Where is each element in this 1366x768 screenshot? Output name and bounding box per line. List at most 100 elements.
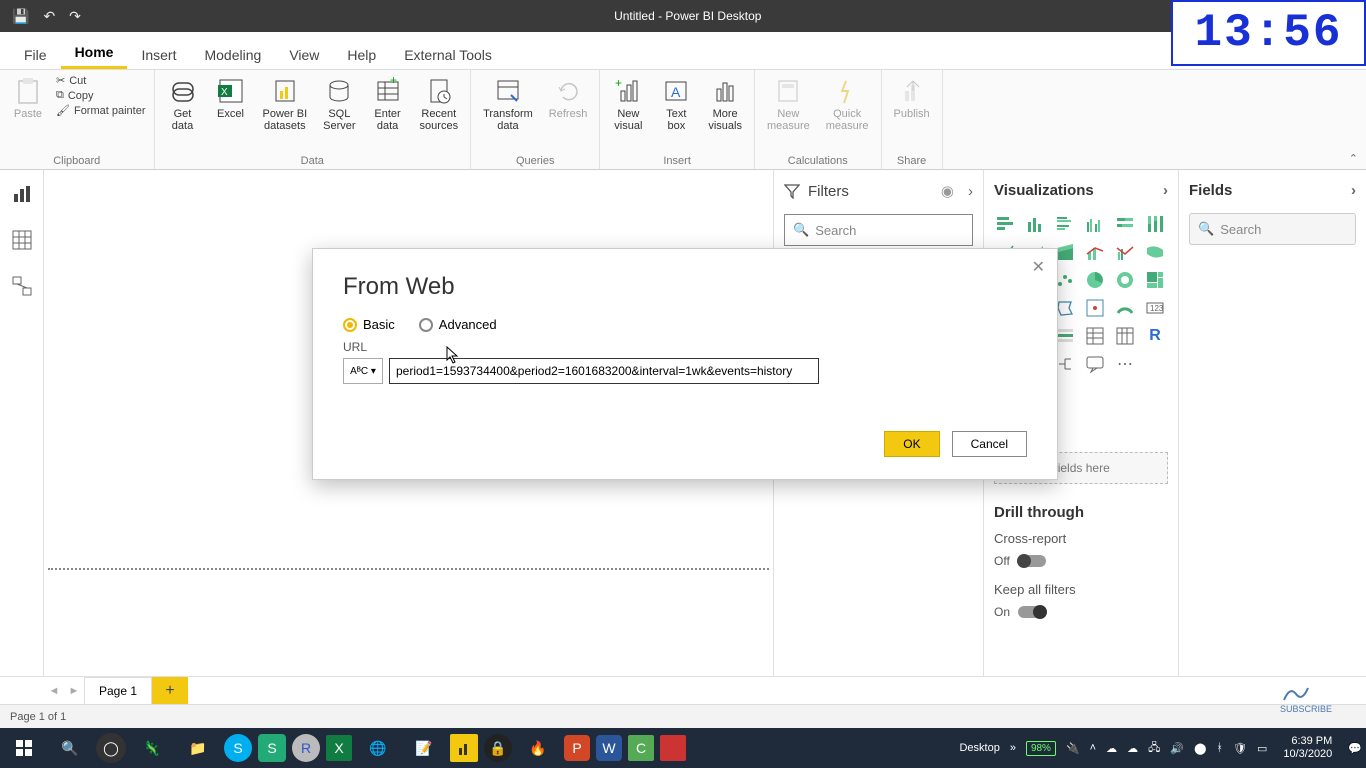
enter-data-button[interactable]: +Enter data xyxy=(368,74,408,134)
recent-sources-button[interactable]: Recent sources xyxy=(416,74,463,134)
viz-card-icon[interactable]: 123 xyxy=(1144,297,1166,319)
viz-clustered-column-icon[interactable] xyxy=(1084,213,1106,235)
tray-power-icon[interactable]: 🔌 xyxy=(1066,742,1080,755)
sql-server-button[interactable]: SQL Server xyxy=(319,74,359,134)
start-button[interactable] xyxy=(4,732,44,764)
taskbar-skype-icon[interactable]: S xyxy=(224,734,252,762)
viz-more-icon[interactable]: ⋯ xyxy=(1114,353,1136,375)
publish-button[interactable]: Publish xyxy=(890,74,934,122)
transform-data-button[interactable]: Transform data xyxy=(479,74,537,134)
tab-external-tools[interactable]: External Tools xyxy=(390,39,506,69)
new-measure-button[interactable]: New measure xyxy=(763,74,814,134)
viz-azure-map-icon[interactable] xyxy=(1084,297,1106,319)
tray-onedrive-icon[interactable]: ☁ xyxy=(1127,742,1138,755)
search-taskbar-icon[interactable]: 🔍 xyxy=(50,732,90,764)
taskbar-chrome-icon[interactable]: 🌐 xyxy=(358,732,398,764)
taskbar-notepad-icon[interactable]: 📝 xyxy=(404,732,444,764)
advanced-radio[interactable]: Advanced xyxy=(419,317,497,332)
model-view-icon[interactable] xyxy=(10,274,34,298)
fields-collapse-icon[interactable]: › xyxy=(1351,182,1356,199)
viz-stacked-bar-icon[interactable] xyxy=(994,213,1016,235)
fields-search[interactable]: 🔍 Search xyxy=(1189,213,1356,245)
viz-line-clustered-icon[interactable] xyxy=(1114,241,1136,263)
viz-clustered-bar-icon[interactable] xyxy=(1054,213,1076,235)
page-tab-1[interactable]: Page 1 xyxy=(84,677,152,704)
viz-table-icon[interactable] xyxy=(1084,325,1106,347)
tab-modeling[interactable]: Modeling xyxy=(190,39,275,69)
tray-network-icon[interactable]: 🖧 xyxy=(1148,739,1160,758)
basic-radio[interactable]: Basic xyxy=(343,317,395,332)
taskbar-powerbi-icon[interactable] xyxy=(450,734,478,762)
copy-button[interactable]: ⧉Copy xyxy=(56,89,146,102)
taskbar-word-icon[interactable]: W xyxy=(596,735,622,761)
new-visual-button[interactable]: +New visual xyxy=(608,74,648,134)
viz-donut-icon[interactable] xyxy=(1114,269,1136,291)
viz-matrix-icon[interactable] xyxy=(1114,325,1136,347)
tab-home[interactable]: Home xyxy=(61,36,128,69)
tray-notifications-icon[interactable]: 💬 xyxy=(1348,742,1362,755)
tab-help[interactable]: Help xyxy=(333,39,390,69)
more-visuals-button[interactable]: More visuals xyxy=(704,74,746,134)
viz-100-column-icon[interactable] xyxy=(1144,213,1166,235)
tray-chevron-icon[interactable]: » xyxy=(1010,742,1016,754)
taskbar-app-flame-icon[interactable]: 🔥 xyxy=(518,732,558,764)
viz-gauge-icon[interactable] xyxy=(1114,297,1136,319)
save-icon[interactable]: 💾 xyxy=(12,8,29,25)
ok-button[interactable]: OK xyxy=(884,431,939,457)
quick-measure-button[interactable]: Quick measure xyxy=(822,74,873,134)
taskbar-app-red-icon[interactable] xyxy=(660,735,686,761)
url-input[interactable] xyxy=(389,358,819,384)
dialog-close-button[interactable]: ✕ xyxy=(1032,257,1045,277)
taskbar-app-2[interactable]: 🦎 xyxy=(132,732,172,764)
format-painter-button[interactable]: 🖌Format painter xyxy=(56,104,146,117)
taskbar-snagit-icon[interactable]: S xyxy=(258,734,286,762)
tray-action-icon[interactable]: ▭ xyxy=(1257,742,1267,755)
collapse-ribbon-icon[interactable]: ⌃ xyxy=(1349,152,1358,165)
desktop-toolbar[interactable]: Desktop xyxy=(959,742,999,754)
page-next-icon[interactable]: ► xyxy=(64,685,84,697)
taskbar-powerpoint-icon[interactable]: P xyxy=(564,735,590,761)
tray-volume-icon[interactable]: 🔊 xyxy=(1170,742,1184,755)
tab-insert[interactable]: Insert xyxy=(127,39,190,69)
taskbar-explorer-icon[interactable]: 📁 xyxy=(178,732,218,764)
taskbar-r-icon[interactable]: R xyxy=(292,734,320,762)
filters-collapse-icon[interactable]: › xyxy=(968,183,973,200)
taskbar-clock[interactable]: 6:39 PM 10/3/2020 xyxy=(1277,735,1338,761)
report-view-icon[interactable] xyxy=(10,182,34,206)
get-data-button[interactable]: Get data xyxy=(163,74,203,134)
taskbar-app-lock-icon[interactable]: 🔒 xyxy=(484,734,512,762)
tray-shield-icon[interactable]: 🛡 xyxy=(1233,742,1247,755)
viz-qa-icon[interactable] xyxy=(1084,353,1106,375)
filters-search[interactable]: 🔍 Search xyxy=(784,214,973,246)
viz-pie-icon[interactable] xyxy=(1084,269,1106,291)
add-page-button[interactable]: + xyxy=(152,677,188,704)
cancel-button[interactable]: Cancel xyxy=(952,431,1027,457)
undo-icon[interactable]: ↶ xyxy=(43,8,55,25)
redo-icon[interactable]: ↷ xyxy=(69,8,81,25)
filters-eye-icon[interactable]: ◉ xyxy=(941,182,954,200)
viz-r-icon[interactable]: R xyxy=(1144,325,1166,347)
viz-stacked-column-icon[interactable] xyxy=(1024,213,1046,235)
tray-up-icon[interactable]: ˄ xyxy=(1090,742,1096,754)
tab-file[interactable]: File xyxy=(10,39,61,69)
cut-button[interactable]: ✂Cut xyxy=(56,74,146,87)
pbi-datasets-button[interactable]: Power BI datasets xyxy=(259,74,312,134)
text-box-button[interactable]: AText box xyxy=(656,74,696,134)
tray-bluetooth-icon[interactable]: ᚼ xyxy=(1216,742,1223,754)
taskbar-excel-icon[interactable]: X xyxy=(326,735,352,761)
keep-filters-toggle[interactable] xyxy=(1018,606,1046,618)
tab-view[interactable]: View xyxy=(275,39,333,69)
excel-button[interactable]: XExcel xyxy=(211,74,251,122)
cross-report-toggle[interactable] xyxy=(1018,555,1046,567)
viz-collapse-icon[interactable]: › xyxy=(1163,182,1168,199)
tray-app-icon[interactable]: ⬤ xyxy=(1194,742,1206,755)
page-prev-icon[interactable]: ◄ xyxy=(44,685,64,697)
data-view-icon[interactable] xyxy=(10,228,34,252)
viz-ribbon-icon[interactable] xyxy=(1144,241,1166,263)
url-type-selector[interactable]: AᴮC ▾ xyxy=(343,358,383,384)
battery-indicator[interactable]: 98% xyxy=(1026,741,1056,756)
paste-button[interactable]: Paste xyxy=(8,74,48,122)
taskbar-app-1[interactable]: ◯ xyxy=(96,733,126,763)
taskbar-camtasia-icon[interactable]: C xyxy=(628,735,654,761)
tray-weather-icon[interactable]: ☁ xyxy=(1106,742,1117,755)
